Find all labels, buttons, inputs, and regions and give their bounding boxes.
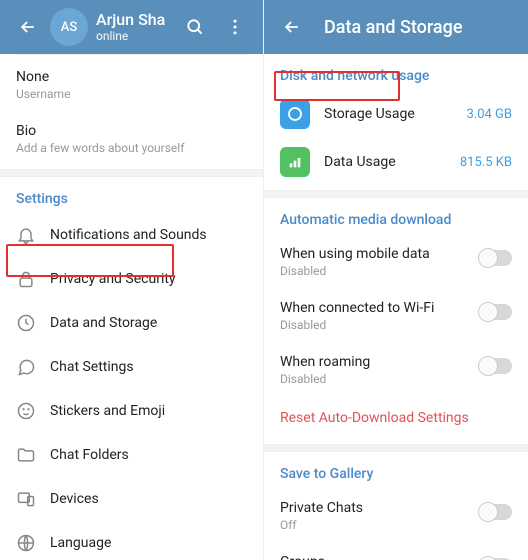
data-usage-row[interactable]: Data Usage 815.5 KB: [264, 138, 528, 186]
gallery-private-row[interactable]: Private Chats Off: [264, 488, 528, 542]
username-caption: Username: [16, 87, 247, 101]
settings-item-label: Chat Settings: [50, 359, 247, 375]
globe-icon: [16, 533, 36, 553]
setting-label: When connected to Wi-Fi: [280, 300, 480, 316]
settings-item-label: Language: [50, 535, 247, 551]
back-arrow-icon: [282, 17, 302, 37]
username-value: None: [16, 69, 247, 85]
sticker-icon: [16, 401, 36, 421]
settings-section-header: Settings: [0, 177, 263, 213]
settings-panel: AS Arjun Sha online None Username Bio Ad…: [0, 0, 264, 560]
back-button[interactable]: [8, 7, 48, 47]
search-button[interactable]: [175, 7, 215, 47]
setting-label: Private Chats: [280, 500, 480, 516]
storage-usage-row[interactable]: Storage Usage 3.04 GB: [264, 90, 528, 138]
settings-item-label: Data and Storage: [50, 315, 247, 331]
toggle-switch[interactable]: [480, 504, 512, 520]
settings-item-language[interactable]: Language: [0, 521, 263, 560]
disk-section-header: Disk and network usage: [264, 54, 528, 90]
auto-roaming-row[interactable]: When roaming Disabled: [264, 342, 528, 396]
setting-label: When using mobile data: [280, 246, 480, 262]
settings-item-label: Privacy and Security: [50, 271, 247, 287]
auto-download-header: Automatic media download: [264, 198, 528, 234]
data-usage-value: 815.5 KB: [460, 155, 512, 170]
settings-item-folders[interactable]: Chat Folders: [0, 433, 263, 477]
auto-mobile-row[interactable]: When using mobile data Disabled: [264, 234, 528, 288]
gallery-section-header: Save to Gallery: [264, 452, 528, 488]
toggle-switch[interactable]: [480, 250, 512, 266]
folder-icon: [16, 445, 36, 465]
setting-label: When roaming: [280, 354, 480, 370]
lock-icon: [16, 269, 36, 289]
storage-usage-label: Storage Usage: [324, 106, 466, 122]
chat-icon: [16, 357, 36, 377]
data-storage-panel: Data and Storage Disk and network usage …: [264, 0, 528, 560]
more-button[interactable]: [215, 7, 255, 47]
data-icon: [280, 147, 310, 177]
profile-status: online: [96, 29, 175, 43]
page-title: Data and Storage: [324, 17, 462, 38]
bio-label: Bio: [16, 123, 247, 139]
storage-icon: [280, 99, 310, 129]
auto-wifi-row[interactable]: When connected to Wi-Fi Disabled: [264, 288, 528, 342]
reset-auto-download-button[interactable]: Reset Auto-Download Settings: [264, 396, 528, 440]
setting-sub: Disabled: [280, 318, 480, 332]
back-button[interactable]: [272, 7, 312, 47]
setting-sub: Disabled: [280, 372, 480, 386]
settings-item-label: Stickers and Emoji: [50, 403, 247, 419]
page-header: Data and Storage: [264, 0, 528, 54]
data-usage-label: Data Usage: [324, 154, 460, 170]
settings-item-label: Chat Folders: [50, 447, 247, 463]
database-icon: [16, 313, 36, 333]
settings-item-devices[interactable]: Devices: [0, 477, 263, 521]
divider: [264, 190, 528, 198]
divider: [0, 169, 263, 177]
settings-item-label: Notifications and Sounds: [50, 227, 247, 243]
toggle-switch[interactable]: [480, 358, 512, 374]
devices-icon: [16, 489, 36, 509]
settings-item-data-storage[interactable]: Data and Storage: [0, 301, 263, 345]
settings-item-label: Devices: [50, 491, 247, 507]
settings-item-privacy[interactable]: Privacy and Security: [0, 257, 263, 301]
setting-sub: Disabled: [280, 264, 480, 278]
more-vertical-icon: [225, 17, 245, 37]
setting-label: Groups: [280, 554, 480, 560]
toggle-switch[interactable]: [480, 304, 512, 320]
profile-header: AS Arjun Sha online: [0, 0, 263, 54]
back-arrow-icon: [18, 17, 38, 37]
settings-item-stickers[interactable]: Stickers and Emoji: [0, 389, 263, 433]
bio-row[interactable]: Bio Add a few words about yourself: [0, 111, 263, 165]
settings-item-notifications[interactable]: Notifications and Sounds: [0, 213, 263, 257]
bio-caption: Add a few words about yourself: [16, 141, 247, 155]
settings-item-chat[interactable]: Chat Settings: [0, 345, 263, 389]
bell-icon: [16, 225, 36, 245]
search-icon: [185, 17, 205, 37]
username-row[interactable]: None Username: [0, 57, 263, 111]
storage-usage-value: 3.04 GB: [466, 107, 512, 122]
setting-sub: Off: [280, 518, 480, 532]
gallery-groups-row[interactable]: Groups Off: [264, 542, 528, 560]
divider: [264, 444, 528, 452]
avatar[interactable]: AS: [50, 8, 88, 46]
profile-name: Arjun Sha: [96, 10, 175, 29]
